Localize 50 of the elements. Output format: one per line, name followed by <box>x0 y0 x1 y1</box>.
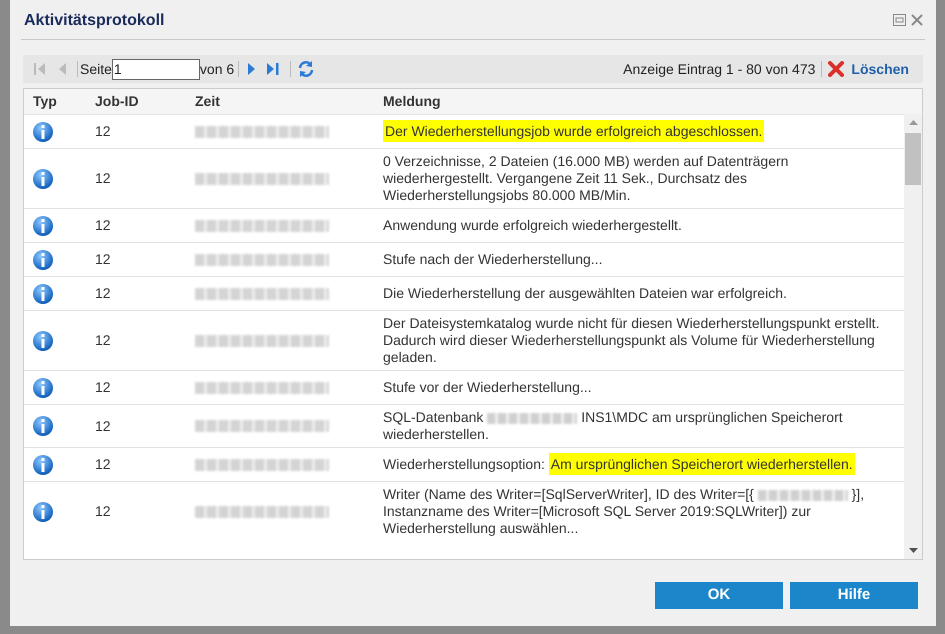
next-page-icon[interactable] <box>247 61 256 77</box>
info-icon <box>33 284 53 304</box>
info-icon <box>33 168 53 188</box>
dialog-button[interactable]: Hilfe <box>790 582 918 609</box>
table-cell: 12 <box>95 418 111 434</box>
scrollbar[interactable] <box>904 114 922 559</box>
maximize-icon[interactable] <box>893 14 906 26</box>
table-cell: 12 <box>95 170 111 186</box>
x-icon <box>828 61 844 77</box>
log-message: Die Wiederherstellung der ausgewählten Dateien war erfolgreich. <box>383 285 788 302</box>
column-header[interactable]: Meldung <box>383 93 441 109</box>
last-page-icon[interactable] <box>266 61 280 77</box>
log-message: Writer (Name des Writer=[SqlServerWriter], ID des Writer=[{ }], Instanzname des Writer=[Microsoft SQL Server 2019:SQLWriter]) zur Wiederherstellung auswählen... <box>383 486 866 537</box>
info-icon <box>33 378 53 398</box>
info-icon <box>33 502 53 522</box>
info-icon <box>33 216 53 236</box>
info-icon <box>33 330 53 350</box>
window-title: Aktivitätsprotokoll <box>24 10 164 30</box>
log-message: Stufe vor der Wiederherstellung... <box>383 379 593 396</box>
page-input[interactable]: 1 <box>112 58 200 80</box>
table-cell: 12 <box>95 456 111 472</box>
info-icon <box>33 122 53 142</box>
scroll-down-icon[interactable] <box>908 548 918 553</box>
log-message: Stufe nach der Wiederherstellung... <box>383 251 604 268</box>
column-header[interactable]: Typ <box>33 93 57 109</box>
table-cell: 12 <box>95 332 111 348</box>
page-total: von 6 <box>200 60 234 78</box>
scroll-up-icon[interactable] <box>908 120 918 125</box>
dialog-button[interactable]: OK <box>655 582 783 609</box>
log-message: SQL-Datenbank INS1\MDC am ursprünglichen Speicherort wiederherstellen. <box>383 409 844 443</box>
page-label: Seite <box>80 60 112 78</box>
delete-button[interactable]: Löschen <box>828 58 909 80</box>
table-cell: 12 <box>95 379 111 395</box>
info-icon <box>33 250 53 270</box>
log-message: 0 Verzeichnisse, 2 Dateien (16.000 MB) werden auf Datenträgern wiederhergestellt. Vergangene Zeit 11 Sek., Durchsatz des Wiederherstellungsjobs 80.000 MB/Min. <box>383 153 790 204</box>
log-message: Anwendung wurde erfolgreich wiederhergestellt. <box>383 217 683 234</box>
refresh-icon[interactable] <box>297 60 316 78</box>
column-header[interactable]: Zeit <box>195 93 220 109</box>
table-cell: 12 <box>95 285 111 301</box>
entry-summary: Anzeige Eintrag 1 - 80 von 473 <box>623 60 816 79</box>
scrollbar-thumb[interactable] <box>905 133 921 185</box>
info-icon <box>33 416 53 436</box>
table-cell: 12 <box>95 217 111 233</box>
table-cell: 12 <box>95 251 111 267</box>
table-cell: 12 <box>95 503 111 519</box>
close-icon[interactable] <box>911 14 923 26</box>
info-icon <box>33 454 53 474</box>
column-header[interactable]: Job-ID <box>95 93 139 109</box>
table-cell: 12 <box>95 123 111 139</box>
log-message: Der Dateisystemkatalog wurde nicht für diesen Wiederherstellungspunkt erstellt. Dadurch wird dieser Wiederherstellungspunkt als Volume für Wiederherstellung geladen. <box>383 315 880 366</box>
